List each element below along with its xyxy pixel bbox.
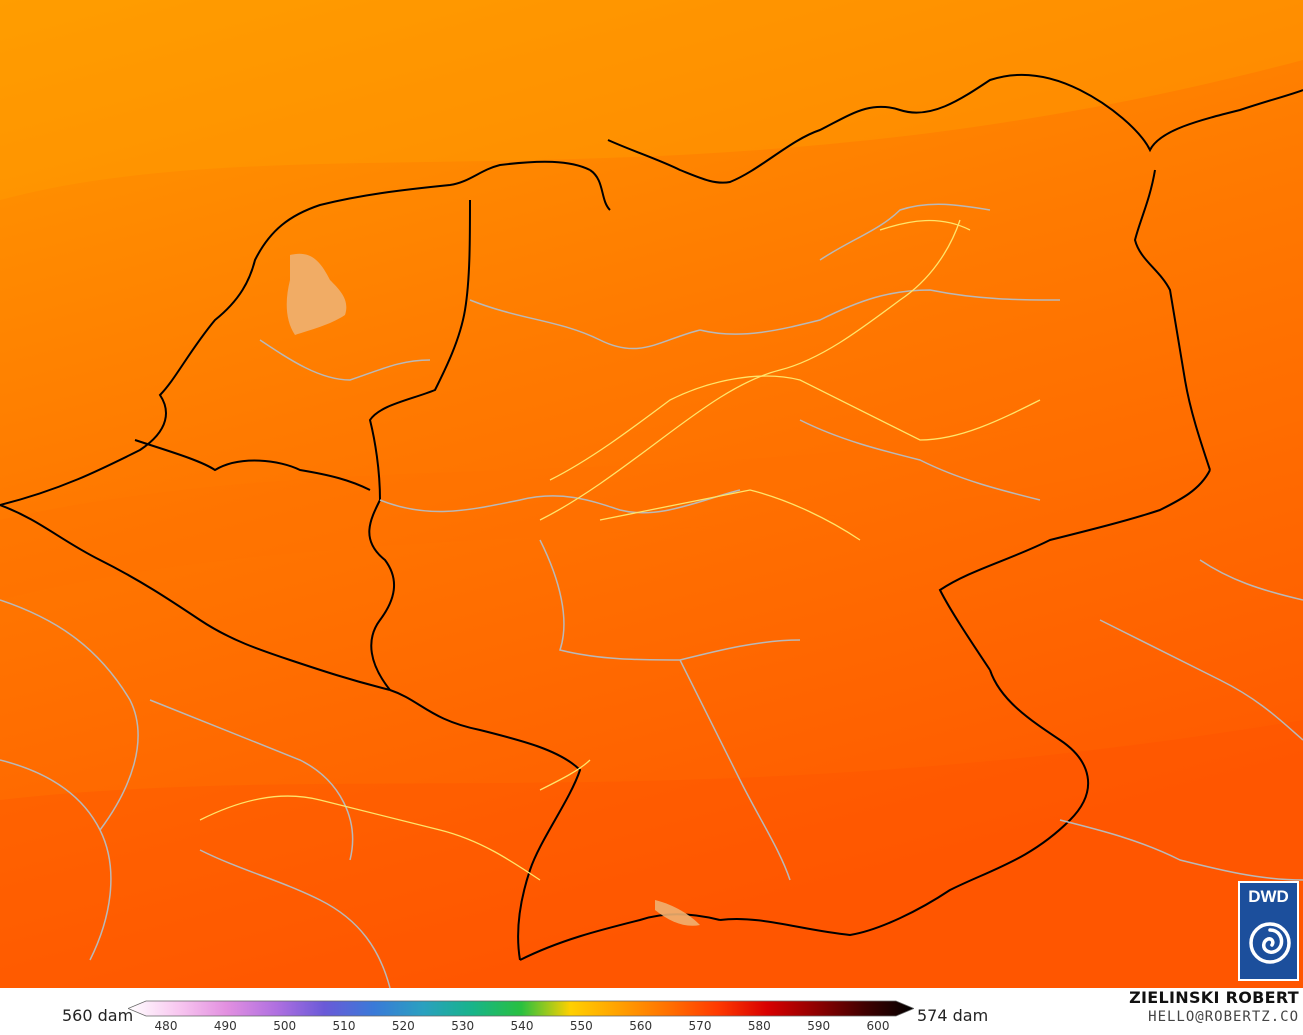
colorbar-tick-label: 550	[569, 1019, 593, 1033]
author-name: ZIELINSKI ROBERT	[1129, 988, 1299, 1007]
colorbar-tick-label: 560	[629, 1019, 653, 1033]
colorbar-tick-label: 530	[451, 1019, 475, 1033]
colorbar-tick-label: 570	[688, 1019, 712, 1033]
colorbar-ticks: 480 490 500 510 520 530 540 550 560 570 580 590 600	[0, 1019, 1303, 1035]
colorbar-tick-label: 580	[747, 1019, 771, 1033]
colorbar-tick-label: 540	[510, 1019, 534, 1033]
colorbar-shape	[128, 1000, 914, 1017]
dwd-logo: DWD	[1238, 881, 1299, 981]
credit-block: ZIELINSKI ROBERT HELLO@ROBERTZ.CO	[1129, 988, 1299, 1026]
colorbar-tick-label: 480	[154, 1019, 178, 1033]
colorbar-tick-label: 600	[866, 1019, 890, 1033]
colorbar-tick-label: 500	[273, 1019, 297, 1033]
colorbar-tick-label: 590	[807, 1019, 831, 1033]
author-email: HELLO@ROBERTZ.CO	[1148, 1009, 1299, 1025]
dwd-logo-text: DWD	[1248, 887, 1289, 906]
weather-map	[0, 0, 1303, 988]
colorbar-tick-label: 510	[332, 1019, 356, 1033]
colorbar	[128, 1000, 914, 1017]
colorbar-tick-label: 520	[391, 1019, 415, 1033]
dwd-swirl-icon	[1249, 922, 1291, 964]
colorbar-tick-label: 490	[213, 1019, 237, 1033]
